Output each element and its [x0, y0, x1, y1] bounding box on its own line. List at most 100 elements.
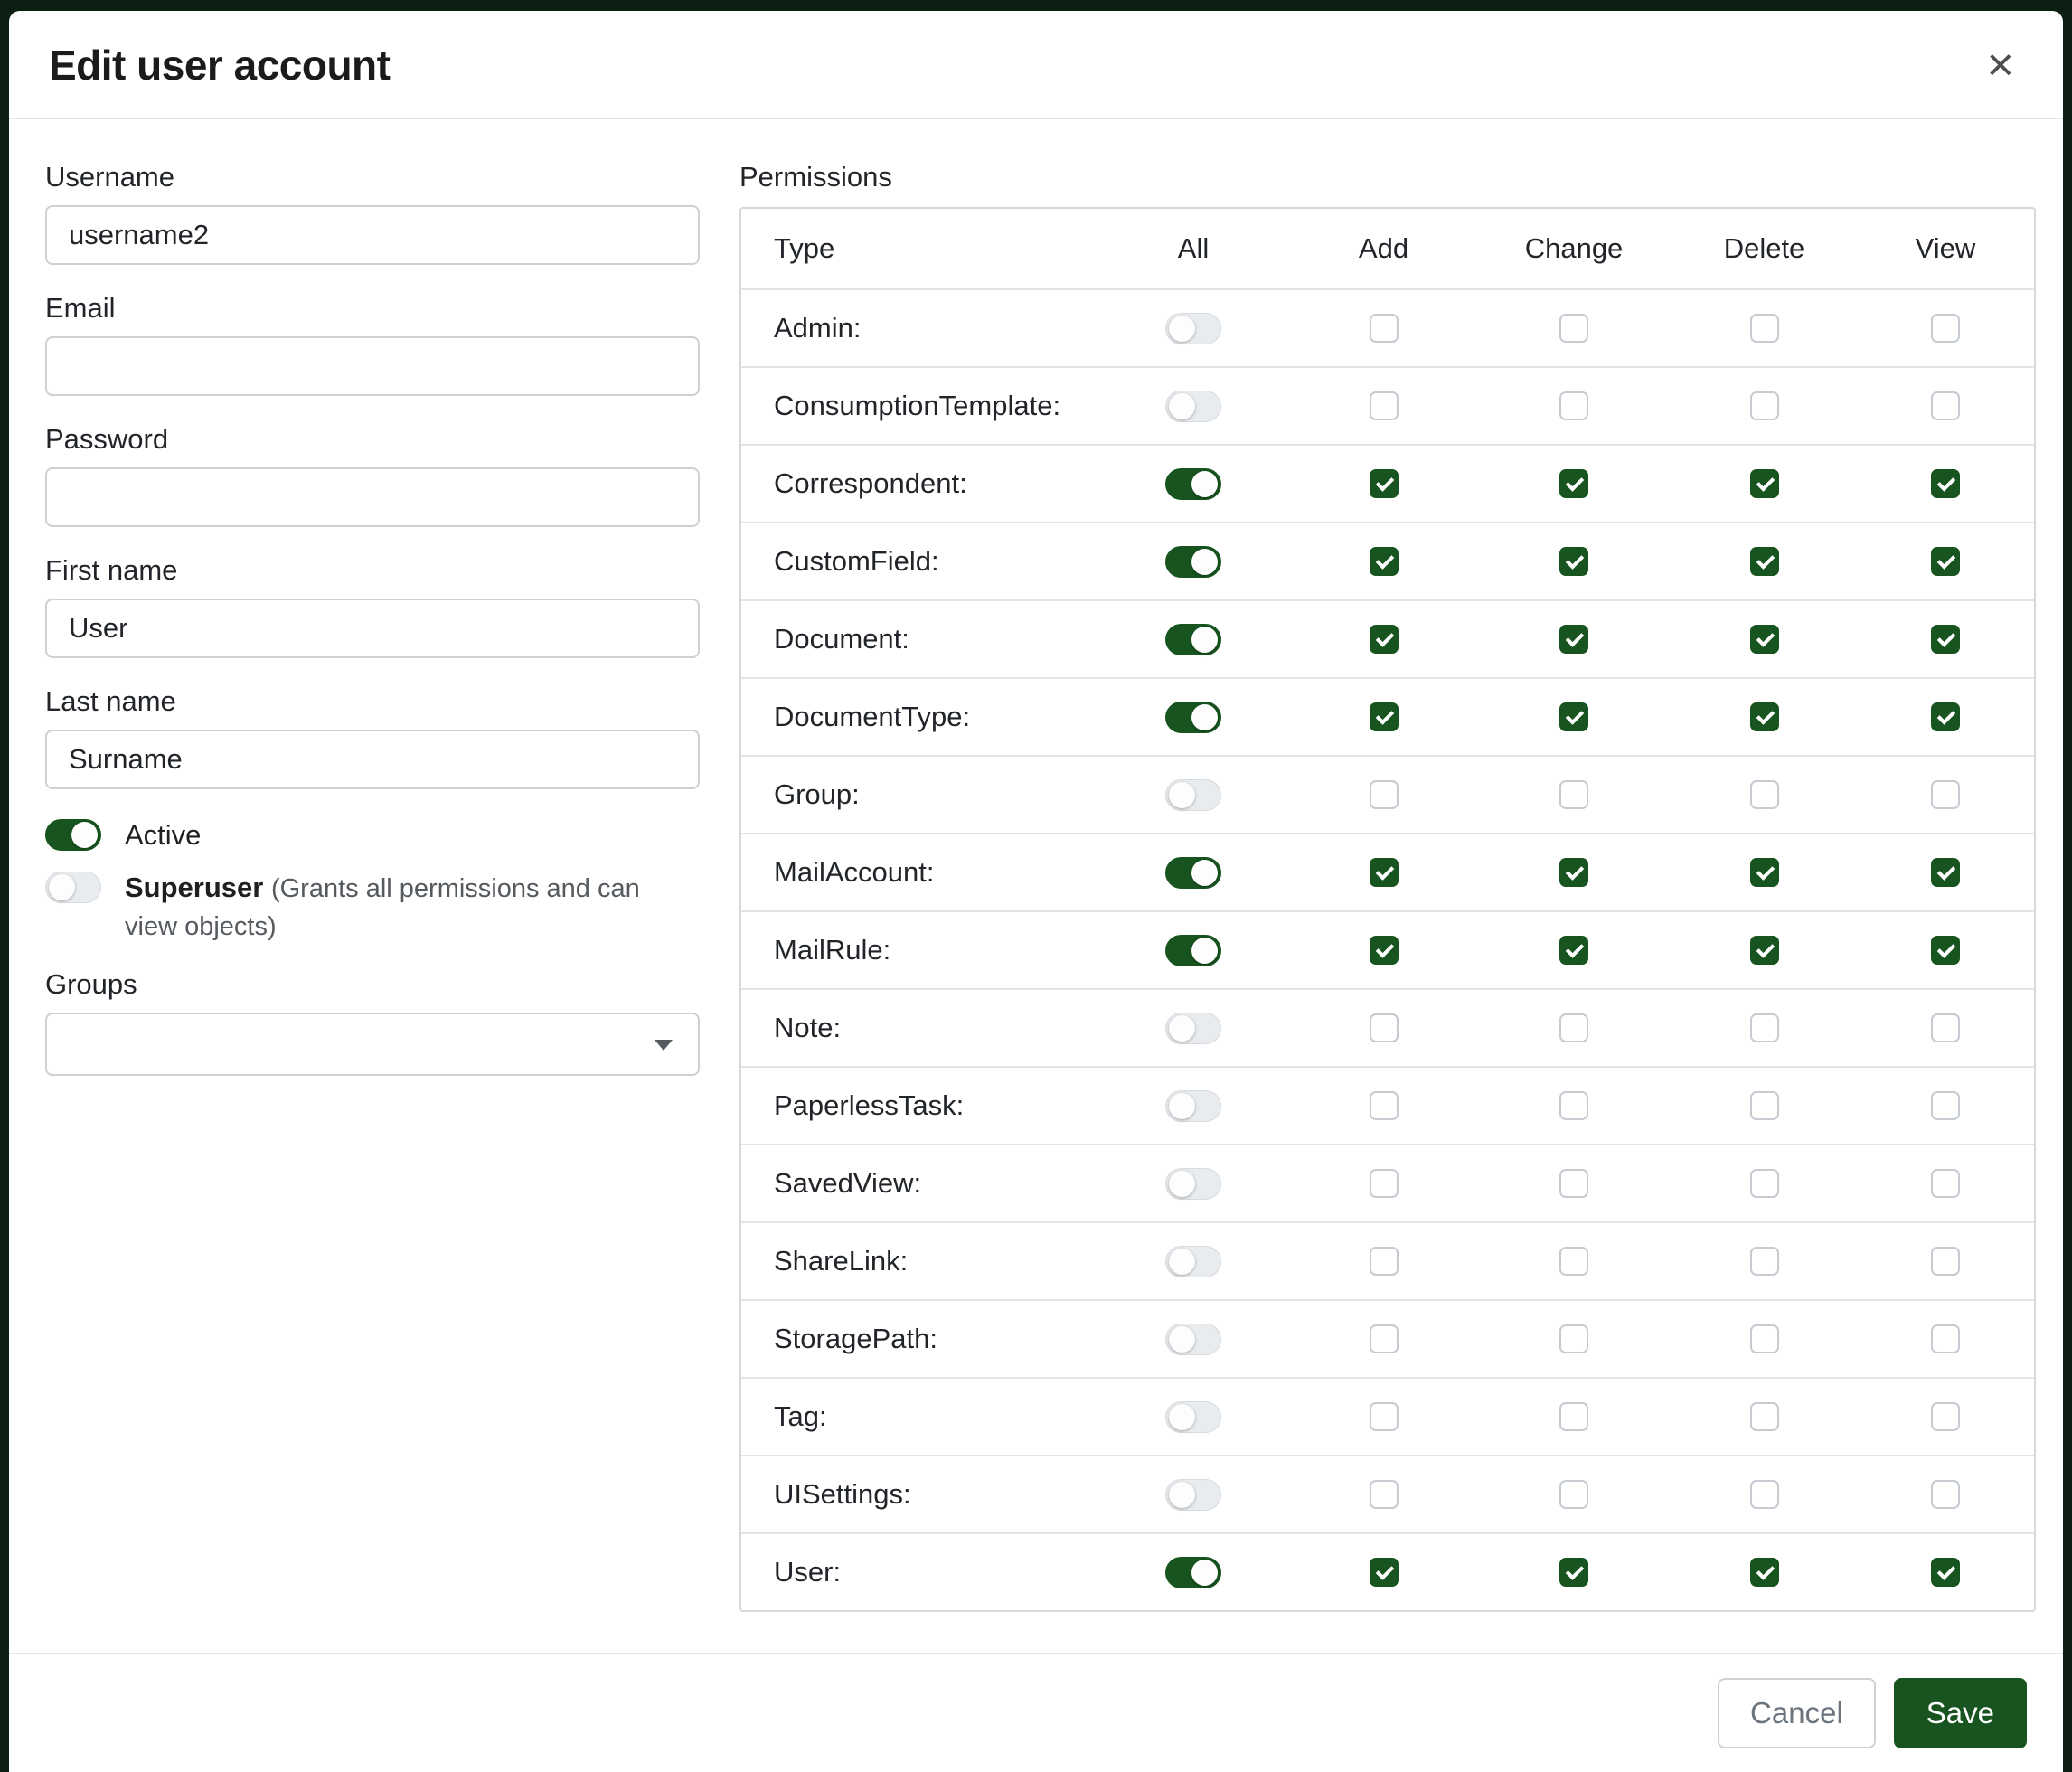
permission-checkbox-delete[interactable] [1750, 702, 1779, 731]
permission-checkbox-add[interactable] [1370, 547, 1399, 576]
permission-checkbox-add[interactable] [1370, 469, 1399, 498]
permission-toggle-all[interactable] [1165, 935, 1221, 966]
permission-toggle-all[interactable] [1165, 1401, 1221, 1433]
permission-checkbox-change[interactable] [1559, 1013, 1588, 1042]
permission-checkbox-change[interactable] [1559, 1091, 1588, 1120]
permission-checkbox-change[interactable] [1559, 1247, 1588, 1276]
permission-checkbox-change[interactable] [1559, 858, 1588, 887]
permission-checkbox-change[interactable] [1559, 1169, 1588, 1198]
permission-toggle-all[interactable] [1165, 1168, 1221, 1200]
permission-checkbox-delete[interactable] [1750, 1013, 1779, 1042]
permission-checkbox-view[interactable] [1931, 547, 1960, 576]
permission-toggle-all[interactable] [1165, 702, 1221, 733]
permission-checkbox-delete[interactable] [1750, 1091, 1779, 1120]
first-name-input[interactable] [45, 599, 700, 658]
permission-checkbox-view[interactable] [1931, 391, 1960, 420]
permission-checkbox-view[interactable] [1931, 780, 1960, 809]
permission-toggle-all[interactable] [1165, 1557, 1221, 1588]
permission-toggle-all[interactable] [1165, 779, 1221, 811]
permission-toggle-all[interactable] [1165, 546, 1221, 578]
permission-toggle-all[interactable] [1165, 1013, 1221, 1044]
permission-checkbox-add[interactable] [1370, 1091, 1399, 1120]
permission-checkbox-delete[interactable] [1750, 1480, 1779, 1509]
permission-checkbox-delete[interactable] [1750, 936, 1779, 965]
permission-checkbox-add[interactable] [1370, 780, 1399, 809]
permission-checkbox-change[interactable] [1559, 1480, 1588, 1509]
permission-checkbox-delete[interactable] [1750, 1558, 1779, 1587]
permission-checkbox-change[interactable] [1559, 314, 1588, 343]
password-label: Password [45, 423, 700, 456]
close-icon[interactable]: × [1978, 38, 2023, 92]
last-name-input[interactable] [45, 730, 700, 789]
permission-checkbox-add[interactable] [1370, 858, 1399, 887]
permission-toggle-all[interactable] [1165, 1246, 1221, 1277]
permission-checkbox-delete[interactable] [1750, 858, 1779, 887]
permission-checkbox-view[interactable] [1931, 1091, 1960, 1120]
permission-checkbox-view[interactable] [1931, 625, 1960, 654]
permission-checkbox-change[interactable] [1559, 1324, 1588, 1353]
permission-toggle-all[interactable] [1165, 1479, 1221, 1511]
permission-checkbox-delete[interactable] [1750, 1247, 1779, 1276]
permission-checkbox-delete[interactable] [1750, 1324, 1779, 1353]
permission-checkbox-view[interactable] [1931, 1324, 1960, 1353]
permission-toggle-all[interactable] [1165, 857, 1221, 889]
permission-checkbox-delete[interactable] [1750, 391, 1779, 420]
permission-checkbox-view[interactable] [1931, 1480, 1960, 1509]
permission-checkbox-view[interactable] [1931, 702, 1960, 731]
permission-checkbox-add[interactable] [1370, 1558, 1399, 1587]
permission-checkbox-view[interactable] [1931, 1169, 1960, 1198]
permission-checkbox-delete[interactable] [1750, 1169, 1779, 1198]
permission-checkbox-add[interactable] [1370, 1013, 1399, 1042]
permission-toggle-all[interactable] [1165, 391, 1221, 422]
permission-type: MailAccount: [774, 856, 1096, 889]
permission-checkbox-delete[interactable] [1750, 314, 1779, 343]
permission-checkbox-view[interactable] [1931, 314, 1960, 343]
permission-checkbox-change[interactable] [1559, 469, 1588, 498]
permission-checkbox-change[interactable] [1559, 547, 1588, 576]
permission-checkbox-change[interactable] [1559, 936, 1588, 965]
permission-checkbox-change[interactable] [1559, 391, 1588, 420]
permission-checkbox-change[interactable] [1559, 702, 1588, 731]
permission-checkbox-change[interactable] [1559, 1558, 1588, 1587]
email-input[interactable] [45, 336, 700, 396]
permission-checkbox-delete[interactable] [1750, 780, 1779, 809]
superuser-toggle[interactable] [45, 872, 101, 903]
permission-checkbox-change[interactable] [1559, 1402, 1588, 1431]
permission-checkbox-delete[interactable] [1750, 469, 1779, 498]
permission-toggle-all[interactable] [1165, 313, 1221, 344]
permission-toggle-all[interactable] [1165, 1324, 1221, 1355]
permission-checkbox-view[interactable] [1931, 936, 1960, 965]
permission-checkbox-view[interactable] [1931, 469, 1960, 498]
permission-checkbox-add[interactable] [1370, 314, 1399, 343]
permission-checkbox-delete[interactable] [1750, 625, 1779, 654]
active-toggle[interactable] [45, 819, 101, 851]
permission-checkbox-view[interactable] [1931, 1247, 1960, 1276]
permission-checkbox-add[interactable] [1370, 1480, 1399, 1509]
permission-checkbox-delete[interactable] [1750, 1402, 1779, 1431]
permission-checkbox-add[interactable] [1370, 936, 1399, 965]
username-input[interactable] [45, 205, 700, 265]
permission-toggle-all[interactable] [1165, 1090, 1221, 1122]
permission-checkbox-add[interactable] [1370, 1169, 1399, 1198]
permission-checkbox-view[interactable] [1931, 858, 1960, 887]
permission-checkbox-change[interactable] [1559, 625, 1588, 654]
permission-checkbox-add[interactable] [1370, 1247, 1399, 1276]
permission-checkbox-view[interactable] [1931, 1558, 1960, 1587]
save-button[interactable]: Save [1894, 1678, 2027, 1748]
permission-checkbox-add[interactable] [1370, 702, 1399, 731]
password-input[interactable] [45, 467, 700, 527]
permission-checkbox-view[interactable] [1931, 1402, 1960, 1431]
permission-checkbox-add[interactable] [1370, 625, 1399, 654]
password-field-group: Password [45, 423, 700, 527]
permission-checkbox-add[interactable] [1370, 391, 1399, 420]
permission-checkbox-view[interactable] [1931, 1013, 1960, 1042]
permission-checkbox-change[interactable] [1559, 780, 1588, 809]
permission-checkbox-add[interactable] [1370, 1324, 1399, 1353]
permission-checkbox-add[interactable] [1370, 1402, 1399, 1431]
cancel-button[interactable]: Cancel [1718, 1678, 1876, 1748]
permission-toggle-all[interactable] [1165, 624, 1221, 655]
permission-checkbox-delete[interactable] [1750, 547, 1779, 576]
groups-select[interactable] [45, 1013, 700, 1076]
permission-row: Admin: [741, 288, 2034, 366]
permission-toggle-all[interactable] [1165, 468, 1221, 500]
